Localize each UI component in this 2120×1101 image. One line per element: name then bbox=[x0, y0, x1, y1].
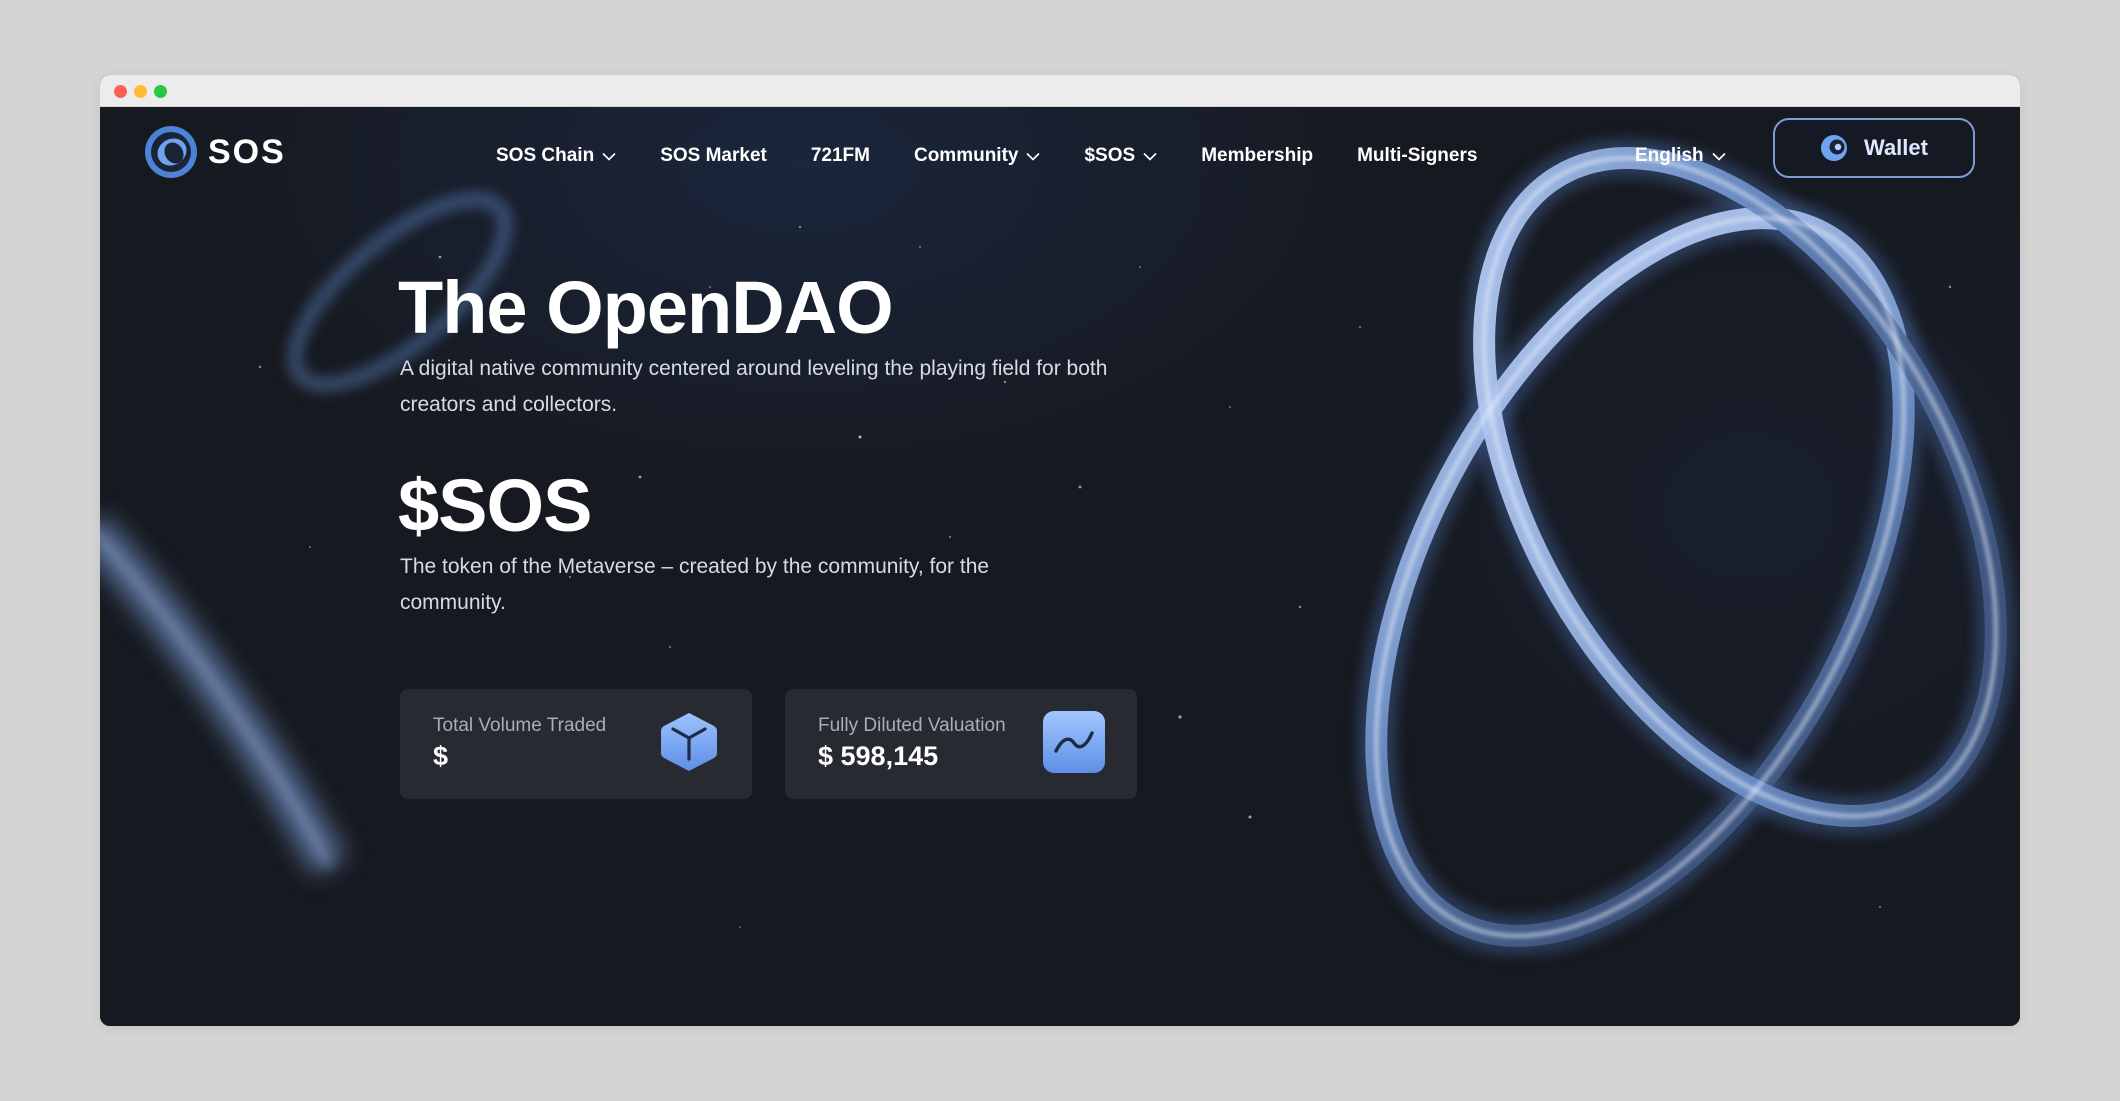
sos-logo-link[interactable]: SOS bbox=[144, 125, 286, 179]
chevron-down-icon bbox=[1143, 152, 1157, 161]
main-nav: SOS Chain SOS Market 721FM Community $SO… bbox=[496, 141, 1521, 171]
nav-721fm-label: 721FM bbox=[810, 145, 870, 166]
minimize-window-button[interactable] bbox=[134, 85, 147, 98]
stat-card-fully-diluted-valuation: Fully Diluted Valuation $ 598,145 bbox=[785, 689, 1137, 799]
nav-sos-chain-label: SOS Chain bbox=[496, 145, 595, 166]
window-titlebar bbox=[100, 75, 2020, 107]
sos-logo-icon bbox=[145, 126, 197, 178]
language-label: English bbox=[1635, 145, 1704, 166]
stat-label: Total Volume Traded bbox=[433, 715, 607, 736]
chevron-down-icon bbox=[602, 152, 616, 161]
wallet-button-label: Wallet bbox=[1864, 135, 1928, 160]
nav-sos-chain[interactable]: SOS Chain bbox=[496, 145, 616, 167]
nav-multi-signers-label: Multi-Signers bbox=[1357, 145, 1478, 166]
stat-card-total-volume: Total Volume Traded $ bbox=[400, 689, 752, 799]
nav-sos-market[interactable]: SOS Market bbox=[660, 145, 767, 167]
nav-sos-market-label: SOS Market bbox=[660, 145, 767, 166]
rings-decoration bbox=[100, 138, 2016, 956]
hero-subtitle: A digital native community centered arou… bbox=[400, 357, 1108, 416]
nav-membership-label: Membership bbox=[1201, 145, 1314, 166]
cube-icon bbox=[661, 713, 717, 771]
nav-community[interactable]: Community bbox=[914, 145, 1041, 167]
nav-community-label: Community bbox=[913, 145, 1019, 166]
stat-label: Fully Diluted Valuation bbox=[818, 715, 1006, 736]
nav-sos-token[interactable]: $SOS bbox=[1084, 145, 1157, 167]
chevron-down-icon bbox=[1026, 152, 1041, 161]
stat-value: $ bbox=[433, 741, 449, 771]
nav-multi-signers[interactable]: Multi-Signers bbox=[1357, 145, 1477, 167]
maximize-window-button[interactable] bbox=[154, 85, 167, 98]
logo-text: SOS bbox=[208, 132, 286, 171]
token-subtitle: The token of the Metaverse – created by … bbox=[400, 555, 990, 614]
page-viewport: SOS SOS Chain SOS Market 721FM Community… bbox=[100, 107, 2020, 1026]
wallet-button[interactable]: Wallet bbox=[1773, 118, 1975, 178]
language-selector[interactable]: English bbox=[1635, 141, 1726, 171]
trend-line-icon bbox=[1043, 711, 1105, 773]
token-title: $SOS bbox=[398, 464, 592, 547]
nav-721fm[interactable]: 721FM bbox=[811, 145, 870, 167]
chevron-down-icon bbox=[1712, 152, 1726, 161]
star-field-decoration bbox=[258, 225, 1981, 928]
close-window-button[interactable] bbox=[114, 85, 127, 98]
stat-value: $ 598,145 bbox=[818, 741, 939, 771]
browser-window: SOS SOS Chain SOS Market 721FM Community… bbox=[100, 75, 2020, 1026]
wallet-icon bbox=[1821, 135, 1847, 161]
hero-title: The OpenDAO bbox=[398, 266, 894, 349]
nav-sos-token-label: $SOS bbox=[1084, 145, 1136, 166]
nav-membership[interactable]: Membership bbox=[1201, 145, 1313, 167]
